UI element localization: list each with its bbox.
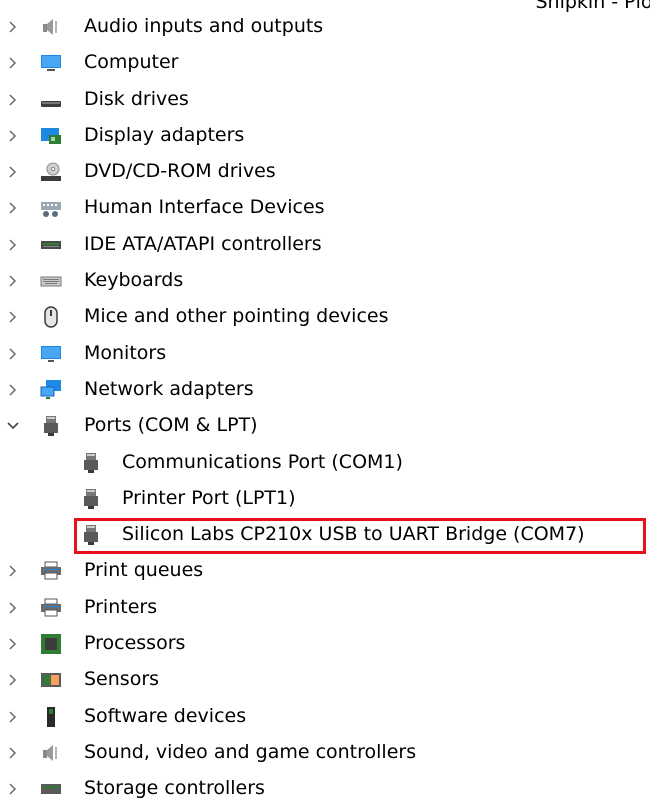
category-label: Mice and other pointing devices: [84, 305, 389, 328]
hid-icon: [41, 202, 61, 218]
chevron-right-icon[interactable]: [8, 347, 18, 361]
category-label: Printers: [84, 595, 158, 618]
chevron-right-icon[interactable]: [8, 274, 18, 288]
category-ide-ata-atapi-controllers[interactable]: IDE ATA/ATAPI controllers: [0, 227, 650, 263]
chevron-right-icon[interactable]: [8, 782, 18, 796]
computer-icon: [41, 55, 61, 72]
network-adapter-icon: [40, 379, 61, 399]
highlight-box: [74, 518, 646, 555]
category-label: Print queues: [84, 559, 204, 582]
chevron-right-icon[interactable]: [8, 673, 18, 687]
category-mice-and-other-pointing-devices[interactable]: Mice and other pointing devices: [0, 299, 650, 335]
chevron-right-icon[interactable]: [8, 56, 18, 70]
port-icon: [44, 416, 58, 437]
keyboard-icon: [40, 276, 62, 287]
chevron-right-icon[interactable]: [8, 710, 18, 724]
chevron-right-icon[interactable]: [8, 129, 18, 143]
device-tree: Audio inputs and outputs Computer Disk d…: [0, 9, 650, 808]
category-audio-inputs-and-outputs[interactable]: Audio inputs and outputs: [0, 9, 650, 45]
category-label: Disk drives: [84, 87, 189, 110]
category-human-interface-devices[interactable]: Human Interface Devices: [0, 190, 650, 226]
category-print-queues[interactable]: Print queues: [0, 553, 650, 589]
category-label: Ports (COM & LPT): [84, 414, 258, 437]
category-label: Human Interface Devices: [84, 196, 325, 219]
storage-controller-icon: [41, 784, 61, 795]
category-label: Processors: [84, 632, 186, 655]
category-processors[interactable]: Processors: [0, 626, 650, 662]
category-printers[interactable]: Printers: [0, 590, 650, 626]
category-label: IDE ATA/ATAPI controllers: [84, 232, 322, 255]
ide-controller-icon: [41, 240, 61, 249]
software-device-icon: [47, 706, 55, 727]
processor-icon: [41, 634, 61, 655]
category-label: Sensors: [84, 668, 160, 691]
device-label: Printer Port (LPT1): [122, 486, 296, 509]
chevron-right-icon[interactable]: [8, 165, 18, 179]
category-dvd-cd-rom-drives[interactable]: DVD/CD-ROM drives: [0, 154, 650, 190]
device-label: Communications Port (COM1): [122, 450, 403, 473]
category-label: Monitors: [84, 341, 167, 364]
monitor-icon: [41, 345, 61, 362]
category-display-adapters[interactable]: Display adapters: [0, 118, 650, 154]
chevron-right-icon[interactable]: [8, 564, 18, 578]
category-label: Sound, video and game controllers: [84, 740, 417, 763]
category-monitors[interactable]: Monitors: [0, 336, 650, 372]
mouse-icon: [44, 306, 58, 329]
chevron-right-icon[interactable]: [8, 310, 18, 324]
category-sensors[interactable]: Sensors: [0, 662, 650, 698]
category-label: Keyboards: [84, 269, 184, 292]
category-network-adapters[interactable]: Network adapters: [0, 372, 650, 408]
chevron-right-icon[interactable]: [8, 238, 18, 252]
category-label: Storage controllers: [84, 777, 265, 800]
category-ports-com-lpt[interactable]: Ports (COM & LPT): [0, 408, 650, 444]
category-label: Software devices: [84, 704, 247, 727]
speaker-icon: [43, 19, 57, 35]
chevron-right-icon[interactable]: [8, 383, 18, 397]
chevron-right-icon[interactable]: [8, 201, 18, 215]
device-communications-port-com1[interactable]: Communications Port (COM1): [0, 445, 650, 481]
chevron-right-icon[interactable]: [8, 637, 18, 651]
chevron-right-icon[interactable]: [8, 601, 18, 615]
device-printer-port-lpt1[interactable]: Printer Port (LPT1): [0, 481, 650, 517]
category-keyboards[interactable]: Keyboards: [0, 263, 650, 299]
category-label: DVD/CD-ROM drives: [84, 160, 276, 183]
category-label: Network adapters: [84, 377, 254, 400]
chevron-right-icon[interactable]: [8, 746, 18, 760]
port-icon: [84, 488, 98, 509]
category-software-devices[interactable]: Software devices: [0, 699, 650, 735]
printer-icon: [41, 598, 61, 617]
speaker-icon: [43, 744, 57, 761]
chevron-down-icon[interactable]: [6, 419, 20, 433]
category-label: Display adapters: [84, 123, 245, 146]
category-sound-video-and-game-controllers[interactable]: Sound, video and game controllers: [0, 735, 650, 771]
category-label: Audio inputs and outputs: [84, 15, 324, 37]
category-label: Computer: [84, 51, 179, 74]
port-icon: [84, 452, 98, 473]
sensor-icon: [41, 673, 61, 688]
chevron-right-icon[interactable]: [8, 93, 18, 107]
printer-icon: [41, 561, 61, 580]
display-adapter-icon: [41, 127, 61, 144]
category-storage-controllers[interactable]: Storage controllers: [0, 771, 650, 807]
category-computer[interactable]: Computer: [0, 45, 650, 81]
chevron-right-icon[interactable]: [8, 20, 18, 34]
dvd-drive-icon: [41, 162, 61, 182]
category-disk-drives[interactable]: Disk drives: [0, 82, 650, 118]
disk-drive-icon: [41, 100, 61, 107]
device-silicon-labs-cp210x-com7[interactable]: Silicon Labs CP210x USB to UART Bridge (…: [0, 517, 650, 555]
